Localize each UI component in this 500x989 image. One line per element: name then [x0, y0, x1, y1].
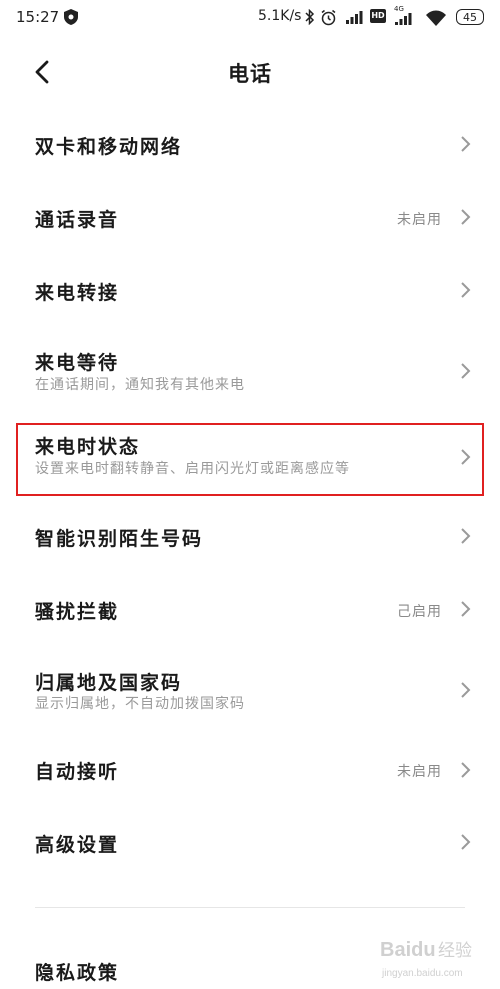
- chevron-right-icon: [461, 209, 471, 225]
- network-speed: 5.1K/s: [258, 8, 302, 24]
- setting-title: 智能识别陌生号码: [35, 528, 204, 550]
- setting-location-country-code[interactable]: 归属地及国家码 显示归属地，不自动加拨国家码: [0, 648, 500, 736]
- baidu-jingyan-watermark: Baidu 经验 jingyan.baidu.com: [380, 939, 472, 979]
- watermark-cn: 经验: [438, 941, 472, 961]
- chevron-right-icon: [461, 136, 471, 152]
- setting-title: 高级设置: [35, 834, 120, 856]
- setting-value: 己启用: [397, 604, 442, 620]
- setting-dual-sim[interactable]: 双卡和移动网络: [0, 108, 500, 181]
- signal-icon: [346, 11, 363, 24]
- signal-icon-2: [395, 13, 412, 25]
- setting-subtitle: 在通话期间，通知我有其他来电: [35, 377, 245, 393]
- setting-subtitle: 显示归属地，不自动加拨国家码: [35, 696, 245, 712]
- setting-title: 来电等待: [35, 352, 120, 374]
- chevron-right-icon: [461, 528, 471, 544]
- wifi-icon: [426, 10, 446, 26]
- setting-value: 未启用: [397, 212, 442, 228]
- setting-auto-answer[interactable]: 自动接听 未启用: [0, 736, 500, 806]
- setting-smart-caller-id[interactable]: 智能识别陌生号码: [0, 502, 500, 575]
- chevron-right-icon: [461, 682, 471, 698]
- setting-title: 通话录音: [35, 209, 120, 231]
- app-header: 电话: [0, 48, 500, 96]
- section-divider: [35, 907, 465, 908]
- highlight-annotation-box: [16, 423, 484, 496]
- bluetooth-icon: [305, 9, 315, 25]
- chevron-right-icon: [461, 762, 471, 778]
- setting-call-waiting[interactable]: 来电等待 在通话期间，通知我有其他来电: [0, 327, 500, 417]
- setting-title: 自动接听: [35, 761, 120, 783]
- setting-value: 未启用: [397, 764, 442, 780]
- setting-title: 双卡和移动网络: [35, 136, 183, 158]
- setting-title: 隐私政策: [35, 962, 120, 984]
- setting-advanced[interactable]: 高级设置: [0, 806, 500, 879]
- setting-title: 归属地及国家码: [35, 672, 183, 694]
- shield-icon: [64, 9, 78, 25]
- chevron-right-icon: [461, 601, 471, 617]
- setting-harassment-blocking[interactable]: 骚扰拦截 己启用: [0, 575, 500, 648]
- status-bar: 15:27 5.1K/s HD 4G 45: [0, 0, 500, 36]
- watermark-url: jingyan.baidu.com: [381, 968, 463, 979]
- status-time: 15:27: [16, 8, 60, 26]
- battery-icon: 45: [456, 9, 484, 25]
- chevron-right-icon: [461, 363, 471, 379]
- hd-badge: HD: [370, 9, 386, 23]
- setting-title: 骚扰拦截: [35, 601, 120, 623]
- alarm-icon: [321, 9, 336, 26]
- watermark-brand: Baidu: [380, 939, 436, 961]
- setting-title: 来电转接: [35, 282, 120, 304]
- chevron-right-icon: [461, 834, 471, 850]
- setting-call-recording[interactable]: 通话录音 未启用: [0, 181, 500, 254]
- page-title: 电话: [228, 62, 272, 86]
- chevron-right-icon: [461, 282, 471, 298]
- setting-call-forwarding[interactable]: 来电转接: [0, 254, 500, 327]
